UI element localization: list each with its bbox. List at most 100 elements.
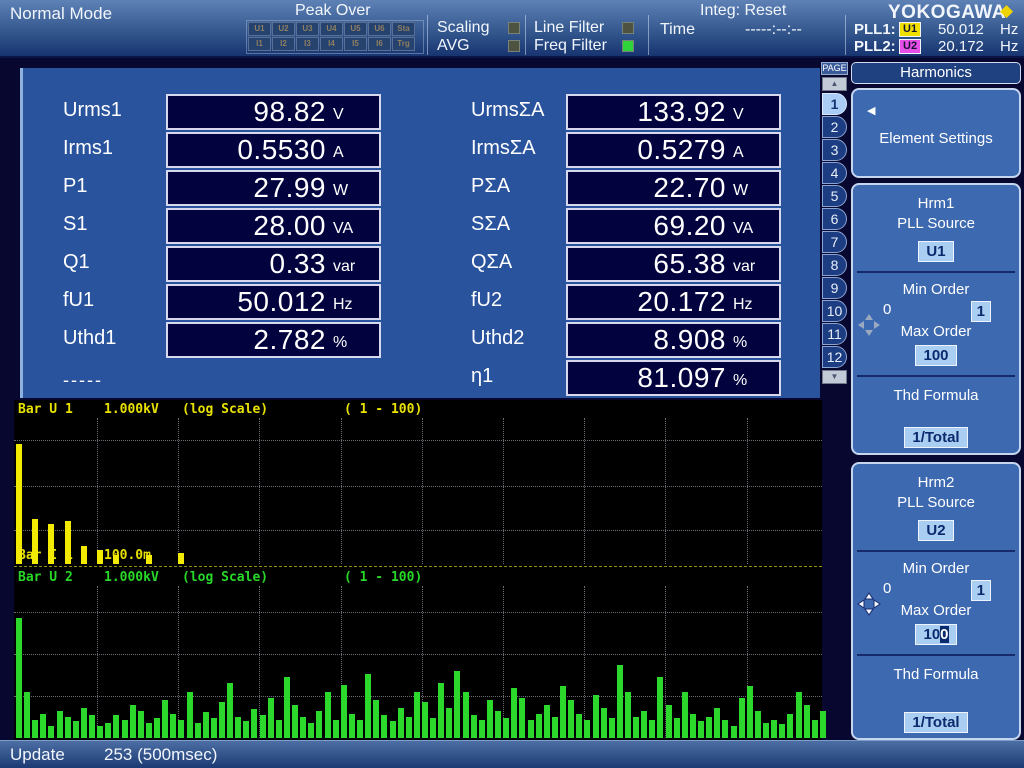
measurement-value-box: 2.782%: [166, 322, 381, 358]
harmonic-bar-order-17: [146, 723, 152, 738]
page-tab-11[interactable]: 11: [822, 323, 847, 345]
harmonic-bar-order-41: [341, 685, 347, 738]
update-count: 253 (500msec): [104, 745, 217, 765]
page-tab-10[interactable]: 10: [822, 300, 847, 322]
page-tab-2[interactable]: 2: [822, 116, 847, 138]
page-tab-12[interactable]: 12: [822, 346, 847, 368]
harmonic-bar-order-100: [820, 711, 826, 738]
harmonic-bar-chart-area: Bar U 1 1.000kV (log Scale) ( 1 - 100) B…: [14, 400, 822, 740]
page-tab-5[interactable]: 5: [822, 185, 847, 207]
measurement-unit: V: [733, 100, 773, 124]
group-name: Hrm2: [853, 474, 1019, 491]
harmonic-bar-order-13: [113, 555, 119, 564]
measurement-value-box: 65.38var: [566, 246, 781, 282]
measurement-row: η181.097%: [471, 360, 781, 396]
harmonic-bar-order-31: [260, 715, 266, 738]
status-bar: Update 253 (500msec): [0, 740, 1024, 768]
measurement-value-box: 0.33var: [166, 246, 381, 282]
chart2-log-label: (log Scale): [182, 570, 268, 585]
max-order-value-chip[interactable]: 100: [915, 345, 956, 366]
pll-source-label: PLL Source: [853, 494, 1019, 511]
measurement-value: 98.82: [253, 96, 326, 128]
harmonic-bar-order-1: [16, 444, 22, 564]
min-order-value-chip[interactable]: 1: [971, 580, 991, 601]
harmonic-bar-order-16: [138, 711, 144, 738]
harmonic-bar-order-49: [406, 717, 412, 738]
harmonic-bar-order-57: [471, 715, 477, 738]
header-divider: [525, 15, 526, 55]
measurement-value: 22.70: [653, 172, 726, 204]
harmonic-bar-order-91: [747, 686, 753, 738]
measurement-label: fU2: [471, 284, 566, 320]
peak-over-indicator-u1: U1: [248, 22, 271, 36]
harmonic-bar-order-62: [511, 688, 517, 738]
chart2-plot: [14, 586, 822, 738]
measurement-unit: W: [733, 176, 773, 200]
measurement-unit: A: [733, 138, 773, 162]
measurement-table-sigma: UrmsΣA133.92VIrmsΣA0.5279APΣA22.70WSΣA69…: [471, 94, 781, 398]
harmonic-bar-order-45: [373, 700, 379, 738]
harmonic-bar-order-86: [706, 717, 712, 738]
harmonic-bar-order-70: [576, 714, 582, 738]
page-scroll-down-button[interactable]: ▼: [822, 370, 847, 384]
max-order-value-chip[interactable]: 100: [915, 624, 956, 645]
page-tab-9[interactable]: 9: [822, 277, 847, 299]
chart1-scale-top: 1.000kV: [104, 402, 159, 417]
harmonic-bar-order-6: [57, 711, 63, 738]
peak-over-indicator-i1: I1: [248, 37, 271, 51]
min-order-value-chip[interactable]: 1: [971, 301, 991, 322]
chart-separator: [14, 566, 822, 567]
page-tab-6[interactable]: 6: [822, 208, 847, 230]
chart1-log-label: (log Scale): [182, 402, 268, 417]
harmonic-bar-order-21: [178, 720, 184, 738]
divider: [857, 271, 1015, 273]
harmonic-bar-order-98: [804, 705, 810, 738]
harmonic-bar-order-69: [568, 700, 574, 738]
page-tab-4[interactable]: 4: [822, 162, 847, 184]
harmonic-bar-order-26: [219, 702, 225, 738]
peak-over-row2: I1I2I3I4I5I6Trg: [248, 37, 422, 51]
grid-line-horizontal: [14, 486, 822, 487]
harmonic-bar-order-76: [625, 692, 631, 738]
harmonic-bar-order-7: [65, 521, 71, 564]
element-settings-button[interactable]: ◀ Element Settings: [851, 88, 1021, 178]
measurement-label: P1: [63, 170, 166, 206]
pll2-value: 20.172: [938, 38, 984, 55]
page-scroll-up-button[interactable]: ▲: [822, 77, 847, 91]
measurement-value: 2.782: [253, 324, 326, 356]
measurement-value: 133.92: [637, 96, 726, 128]
thd-formula-value-chip[interactable]: 1/Total: [904, 712, 967, 733]
page-tab-3[interactable]: 3: [822, 139, 847, 161]
measurement-value-box: 8.908%: [566, 322, 781, 358]
min-order-alt[interactable]: 0: [883, 301, 891, 318]
harmonic-bar-order-55: [454, 671, 460, 738]
header-divider: [648, 15, 649, 55]
measurement-unit: A: [333, 138, 373, 162]
page-tab-7[interactable]: 7: [822, 231, 847, 253]
edit-cursor: 0: [940, 626, 948, 643]
page-tab-8[interactable]: 8: [822, 254, 847, 276]
mode-label: Normal Mode: [10, 4, 112, 24]
harmonic-bar-order-75: [617, 665, 623, 738]
harmonic-bar-order-23: [195, 723, 201, 738]
measurement-row: UrmsΣA133.92V: [471, 94, 781, 130]
max-order-label: Max Order: [853, 602, 1019, 619]
harmonic-bar-order-11: [97, 550, 103, 564]
harmonic-bar-order-90: [739, 698, 745, 738]
harmonic-bar-order-99: [812, 720, 818, 738]
pll-source-value-chip[interactable]: U2: [918, 520, 953, 541]
measurement-panel: Urms198.82VIrms10.5530AP127.99WS128.00VA…: [20, 68, 820, 398]
scaling-label: Scaling: [437, 19, 489, 37]
measurement-unit: VA: [733, 214, 773, 238]
min-order-alt[interactable]: 0: [883, 580, 891, 597]
chart1-range-label: ( 1 - 100): [344, 402, 422, 417]
harmonic-bar-order-47: [390, 721, 396, 738]
measurement-label: S1: [63, 208, 166, 244]
pll1-source-badge: U1: [899, 22, 921, 37]
page-tab-1[interactable]: 1: [822, 93, 847, 115]
measurement-value: 8.908: [653, 324, 726, 356]
measurement-row: -----: [63, 360, 381, 396]
thd-formula-value-chip[interactable]: 1/Total: [904, 427, 967, 448]
pll-source-value-chip[interactable]: U1: [918, 241, 953, 262]
measurement-row: Urms198.82V: [63, 94, 381, 130]
